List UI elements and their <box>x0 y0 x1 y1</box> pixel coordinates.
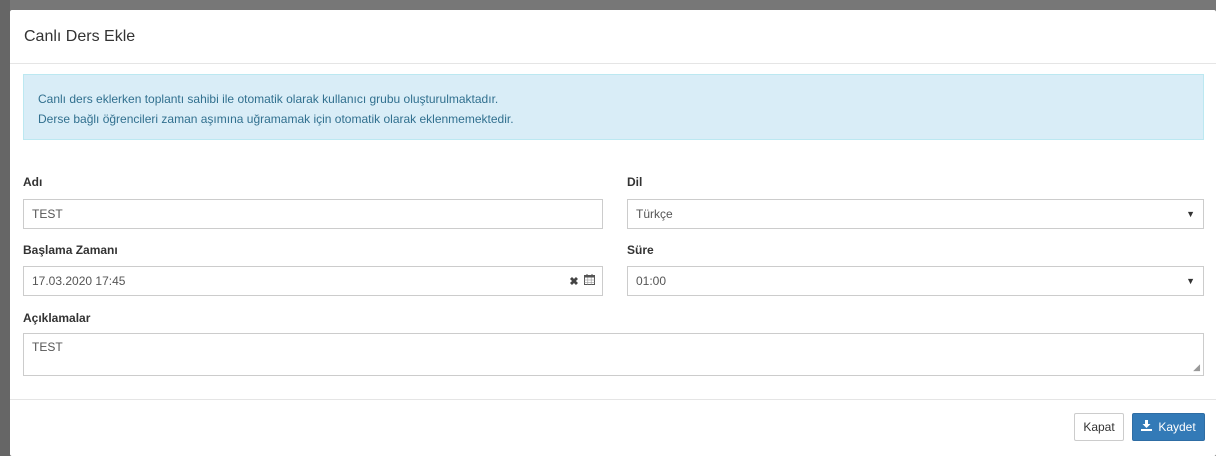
save-button-label: Kaydet <box>1158 420 1196 434</box>
language-value: Türkçe <box>636 207 673 221</box>
start-time-value: 17.03.2020 17:45 <box>32 274 126 288</box>
close-button[interactable]: Kapat <box>1074 413 1124 441</box>
name-value: TEST <box>32 207 63 221</box>
alert-line-1: Canlı ders eklerken toplantı sahibi ile … <box>38 92 499 106</box>
description-label: Açıklamalar <box>23 311 91 325</box>
resize-handle-icon[interactable]: ◢ <box>1193 362 1200 373</box>
modal-header: Canlı Ders Ekle <box>10 10 1216 64</box>
language-label: Dil <box>627 175 643 189</box>
info-alert: Canlı ders eklerken toplantı sahibi ile … <box>23 74 1204 140</box>
duration-value: 01:00 <box>636 274 667 288</box>
backdrop-edge <box>0 0 10 456</box>
date-addon: ✖ <box>562 267 602 295</box>
alert-line-2: Derse bağlı öğrencileri zaman aşımına uğ… <box>38 112 514 126</box>
start-time-input[interactable]: 17.03.2020 17:45 ✖ <box>23 266 603 296</box>
clear-icon[interactable]: ✖ <box>569 275 578 288</box>
description-textarea[interactable]: TEST ◢ <box>23 333 1204 376</box>
calendar-icon[interactable] <box>583 274 595 288</box>
duration-select[interactable]: 01:00 ▼ <box>627 266 1204 296</box>
save-button[interactable]: Kaydet <box>1132 413 1205 441</box>
footer-divider <box>10 399 1216 400</box>
close-button-label: Kapat <box>1083 420 1115 434</box>
chevron-down-icon: ▼ <box>1186 209 1195 219</box>
description-value: TEST <box>32 340 63 354</box>
chevron-down-icon: ▼ <box>1186 276 1195 286</box>
language-select[interactable]: Türkçe ▼ <box>627 199 1204 229</box>
backdrop <box>0 0 1216 10</box>
start-time-label: Başlama Zamanı <box>23 243 118 257</box>
download-icon <box>1141 420 1153 434</box>
modal-dialog: Canlı Ders Ekle Canlı ders eklerken topl… <box>10 10 1216 456</box>
name-input[interactable]: TEST <box>23 199 603 229</box>
duration-label: Süre <box>627 243 654 257</box>
name-label: Adı <box>23 175 43 189</box>
modal-title: Canlı Ders Ekle <box>24 27 136 45</box>
